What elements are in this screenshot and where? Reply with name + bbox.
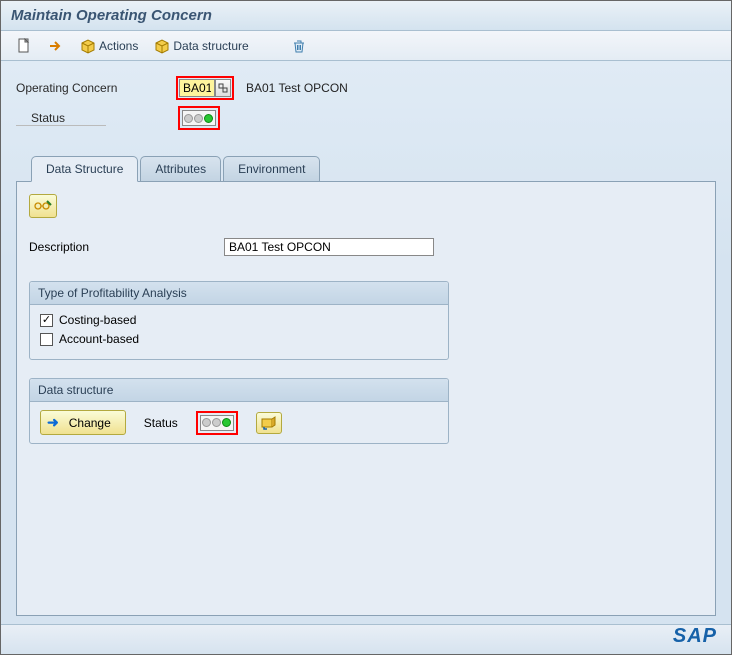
arrow-right-icon: ➜ (47, 414, 59, 431)
description-label: Description (29, 240, 224, 254)
actions-button[interactable]: Actions (75, 36, 143, 56)
data-structure-group: Data structure ➜ Change Status (29, 378, 449, 444)
traffic-green-icon (222, 418, 231, 427)
toolbar: Actions Data structure (1, 31, 731, 61)
tab-environment[interactable]: Environment (223, 156, 320, 182)
delete-button[interactable] (286, 36, 312, 56)
operating-concern-highlight (176, 76, 234, 100)
traffic-yellow-icon (194, 114, 203, 123)
operating-concern-description: BA01 Test OPCON (246, 81, 348, 95)
structure-icon (261, 416, 277, 430)
traffic-red-icon (202, 418, 211, 427)
arrow-right-icon (48, 38, 64, 54)
page-title: Maintain Operating Concern (11, 7, 212, 24)
ds-status-highlight (196, 411, 238, 435)
costing-based-label: Costing-based (59, 313, 136, 327)
tab-attributes[interactable]: Attributes (140, 156, 221, 182)
document-icon (16, 38, 32, 54)
data-structure-title: Data structure (30, 379, 448, 402)
change-button-label: Change (69, 416, 111, 430)
tab-content: Description Type of Profitability Analys… (16, 181, 716, 616)
operating-concern-input[interactable] (179, 79, 215, 97)
traffic-yellow-icon (212, 418, 221, 427)
sap-logo: SAP (673, 625, 717, 648)
structure-detail-button[interactable] (256, 412, 282, 434)
title-bar: Maintain Operating Concern (1, 1, 731, 31)
costing-based-row: Costing-based (40, 313, 438, 327)
main-area: Operating Concern BA01 Test OPCON Status… (1, 61, 731, 626)
account-based-checkbox[interactable] (40, 333, 53, 346)
trash-icon (291, 38, 307, 54)
search-help-icon (218, 83, 228, 93)
status-highlight (178, 106, 220, 130)
box-icon (154, 38, 170, 54)
status-label: Status (16, 111, 106, 126)
account-based-row: Account-based (40, 332, 438, 346)
description-row: Description (29, 238, 703, 256)
ds-traffic-light-status (200, 415, 234, 431)
search-help-button[interactable] (215, 79, 231, 97)
data-structure-label: Data structure (173, 39, 248, 53)
traffic-light-status (182, 110, 216, 126)
traffic-green-icon (204, 114, 213, 123)
status-row: Status (16, 106, 716, 130)
operating-concern-row: Operating Concern BA01 Test OPCON (16, 76, 716, 100)
new-document-button[interactable] (11, 36, 37, 56)
data-structure-button[interactable]: Data structure (149, 36, 253, 56)
change-button[interactable]: ➜ Change (40, 410, 126, 435)
costing-based-checkbox[interactable] (40, 314, 53, 327)
forward-button[interactable] (43, 36, 69, 56)
tab-strip: Data Structure Attributes Environment (16, 155, 716, 181)
actions-label: Actions (99, 39, 138, 53)
display-change-toggle-button[interactable] (29, 194, 57, 218)
footer: SAP (1, 624, 731, 654)
profitability-type-title: Type of Profitability Analysis (30, 282, 448, 305)
traffic-red-icon (184, 114, 193, 123)
glasses-pencil-icon (34, 198, 52, 214)
ds-status-label: Status (144, 416, 178, 430)
account-based-label: Account-based (59, 332, 139, 346)
operating-concern-label: Operating Concern (16, 81, 176, 95)
tab-data-structure[interactable]: Data Structure (31, 156, 138, 182)
profitability-type-group: Type of Profitability Analysis Costing-b… (29, 281, 449, 360)
box-icon (80, 38, 96, 54)
description-input[interactable] (224, 238, 434, 256)
